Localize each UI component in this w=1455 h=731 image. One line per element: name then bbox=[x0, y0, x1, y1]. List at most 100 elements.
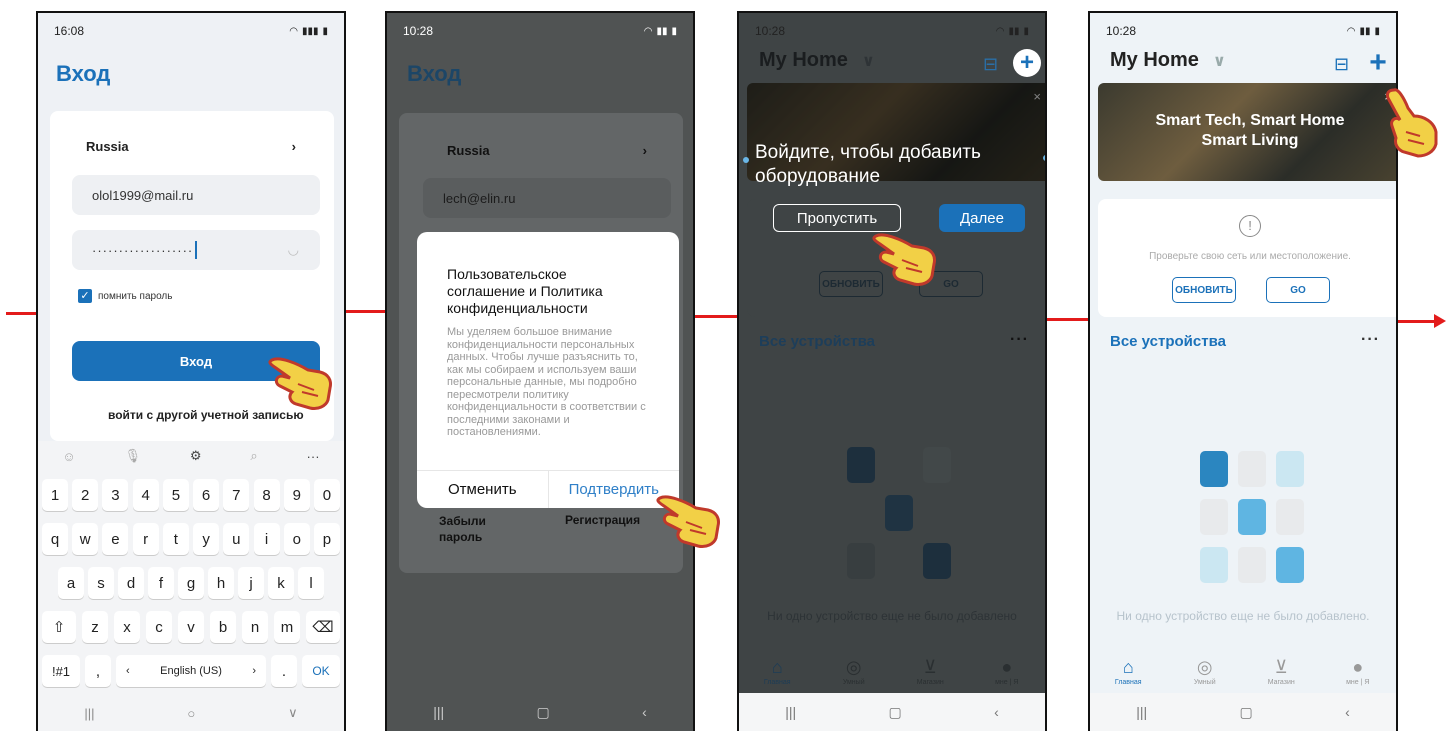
eye-icon[interactable]: ◡ bbox=[288, 242, 300, 258]
key[interactable]: 7 bbox=[223, 479, 250, 511]
key[interactable]: b bbox=[210, 611, 236, 643]
tab-store[interactable]: ⊻ Магазин bbox=[1251, 657, 1311, 697]
wifi-icon: ◠ bbox=[643, 25, 653, 37]
remember-checkbox[interactable]: ✓ bbox=[78, 289, 92, 303]
keyboard: ☺ 🎙 ⚙ ⌕ ··· 1 2 3 4 5 6 7 8 9 0 q w e r … bbox=[38, 441, 344, 731]
home-name: My Home bbox=[759, 49, 848, 71]
add-device-icon[interactable]: + bbox=[1013, 49, 1041, 77]
country-selector[interactable]: Russia › bbox=[86, 139, 296, 154]
key[interactable]: 1 bbox=[42, 479, 68, 511]
mic-icon[interactable]: 🎙 bbox=[125, 448, 142, 464]
battery-icon: ▮ bbox=[671, 25, 677, 37]
key[interactable]: a bbox=[58, 567, 84, 599]
key[interactable]: k bbox=[268, 567, 294, 599]
key[interactable]: 5 bbox=[162, 479, 189, 511]
cancel-button[interactable]: Отменить bbox=[417, 471, 548, 508]
go-button[interactable]: GO bbox=[1266, 277, 1330, 303]
key[interactable]: 4 bbox=[132, 479, 159, 511]
tab-me[interactable]: ● мне | Я bbox=[1328, 657, 1388, 697]
tab-smart[interactable]: ◎ Умный bbox=[1175, 657, 1235, 697]
system-nav-bar: ||| ▢ ‹ bbox=[1090, 693, 1396, 731]
back-icon[interactable]: ‹ bbox=[994, 704, 999, 720]
key[interactable]: i bbox=[253, 523, 280, 555]
tab-home[interactable]: ⌂ Главная bbox=[1098, 657, 1158, 697]
country-selector[interactable]: Russia › bbox=[447, 143, 647, 158]
key[interactable]: 9 bbox=[283, 479, 310, 511]
scan-icon[interactable]: ⊟ bbox=[1334, 55, 1356, 73]
key[interactable]: o bbox=[283, 523, 310, 555]
back-icon[interactable]: ‹ bbox=[642, 704, 647, 720]
key[interactable]: v bbox=[178, 611, 204, 643]
remember-password[interactable]: ✓ помнить пароль bbox=[78, 289, 172, 303]
key[interactable]: x bbox=[114, 611, 140, 643]
forgot-password-link[interactable]: Забыли пароль bbox=[439, 513, 509, 545]
key[interactable]: n bbox=[242, 611, 268, 643]
search-icon[interactable]: ⌕ bbox=[250, 448, 257, 464]
add-device-icon[interactable]: + bbox=[1364, 48, 1392, 78]
symbols-key[interactable]: !#1 bbox=[42, 655, 80, 687]
home-icon[interactable]: ▢ bbox=[537, 704, 550, 721]
signal-icon: ▮▮ bbox=[656, 25, 668, 37]
key[interactable]: g bbox=[178, 567, 204, 599]
key[interactable]: z bbox=[82, 611, 108, 643]
space-key[interactable]: ‹ English (US) › bbox=[116, 655, 266, 687]
key[interactable]: u bbox=[223, 523, 250, 555]
key[interactable]: 6 bbox=[193, 479, 220, 511]
more-icon[interactable]: ··· bbox=[1010, 331, 1029, 349]
register-link[interactable]: Регистрация bbox=[565, 513, 640, 527]
key[interactable]: y bbox=[193, 523, 220, 555]
comma-key[interactable]: , bbox=[85, 655, 111, 687]
recent-apps-icon[interactable]: ||| bbox=[1136, 704, 1147, 720]
key[interactable]: 2 bbox=[72, 479, 99, 511]
back-icon[interactable]: ‹ bbox=[1345, 704, 1350, 720]
keyboard-hide-icon[interactable]: ∨ bbox=[288, 705, 298, 721]
refresh-button[interactable]: ОБНОВИТЬ bbox=[1172, 277, 1236, 303]
key[interactable]: c bbox=[146, 611, 172, 643]
key[interactable]: 3 bbox=[102, 479, 129, 511]
key[interactable]: l bbox=[298, 567, 324, 599]
recent-apps-icon[interactable]: ||| bbox=[785, 704, 796, 720]
home-icon[interactable]: ▢ bbox=[889, 704, 902, 721]
key[interactable]: d bbox=[118, 567, 144, 599]
more-icon[interactable]: ··· bbox=[307, 449, 320, 464]
key[interactable]: 0 bbox=[313, 479, 340, 511]
home-selector[interactable]: My Home ∨ bbox=[1110, 49, 1226, 72]
settings-icon[interactable]: ⚙ bbox=[190, 448, 202, 464]
key[interactable]: 8 bbox=[253, 479, 280, 511]
cart-icon: ⊻ bbox=[1274, 657, 1288, 677]
close-icon[interactable]: × bbox=[1033, 89, 1041, 104]
tab-store[interactable]: ⊻ Магазин bbox=[900, 657, 960, 697]
recent-apps-icon[interactable]: ||| bbox=[84, 706, 94, 721]
key[interactable]: q bbox=[42, 523, 68, 555]
home-icon[interactable]: ▢ bbox=[1240, 704, 1253, 721]
key[interactable]: j bbox=[238, 567, 264, 599]
more-icon[interactable]: ··· bbox=[1361, 331, 1380, 349]
ok-key[interactable]: OK bbox=[302, 655, 340, 687]
backspace-key[interactable]: ⌫ bbox=[306, 611, 340, 643]
emoji-icon[interactable]: ☺ bbox=[62, 449, 75, 464]
key[interactable]: w bbox=[72, 523, 99, 555]
key[interactable]: f bbox=[148, 567, 174, 599]
tab-me[interactable]: ● мне | Я bbox=[977, 657, 1037, 697]
key[interactable]: e bbox=[102, 523, 129, 555]
promo-banner[interactable]: Smart Tech, Smart Home Smart Living × bbox=[1098, 83, 1396, 181]
chevron-right-icon: › bbox=[642, 143, 647, 158]
key[interactable]: t bbox=[162, 523, 189, 555]
next-button[interactable]: Далее bbox=[939, 204, 1025, 232]
key[interactable]: h bbox=[208, 567, 234, 599]
tab-smart[interactable]: ◎ Умный bbox=[824, 657, 884, 697]
period-key[interactable]: . bbox=[271, 655, 297, 687]
password-field[interactable]: ··················· ◡ bbox=[72, 230, 320, 270]
email-field[interactable]: olol1999@mail.ru bbox=[72, 175, 320, 215]
scan-icon[interactable]: ⊟ bbox=[983, 55, 1005, 73]
shift-key[interactable]: ⇧ bbox=[42, 611, 76, 643]
key[interactable]: p bbox=[313, 523, 340, 555]
home-icon[interactable]: ○ bbox=[187, 706, 195, 721]
email-field[interactable]: lech@elin.ru bbox=[423, 178, 671, 218]
key[interactable]: r bbox=[132, 523, 159, 555]
tab-home[interactable]: ⌂ Главная bbox=[747, 657, 807, 697]
key[interactable]: m bbox=[274, 611, 300, 643]
recent-apps-icon[interactable]: ||| bbox=[433, 704, 444, 720]
home-selector[interactable]: My Home ∨ bbox=[759, 49, 875, 72]
key[interactable]: s bbox=[88, 567, 114, 599]
